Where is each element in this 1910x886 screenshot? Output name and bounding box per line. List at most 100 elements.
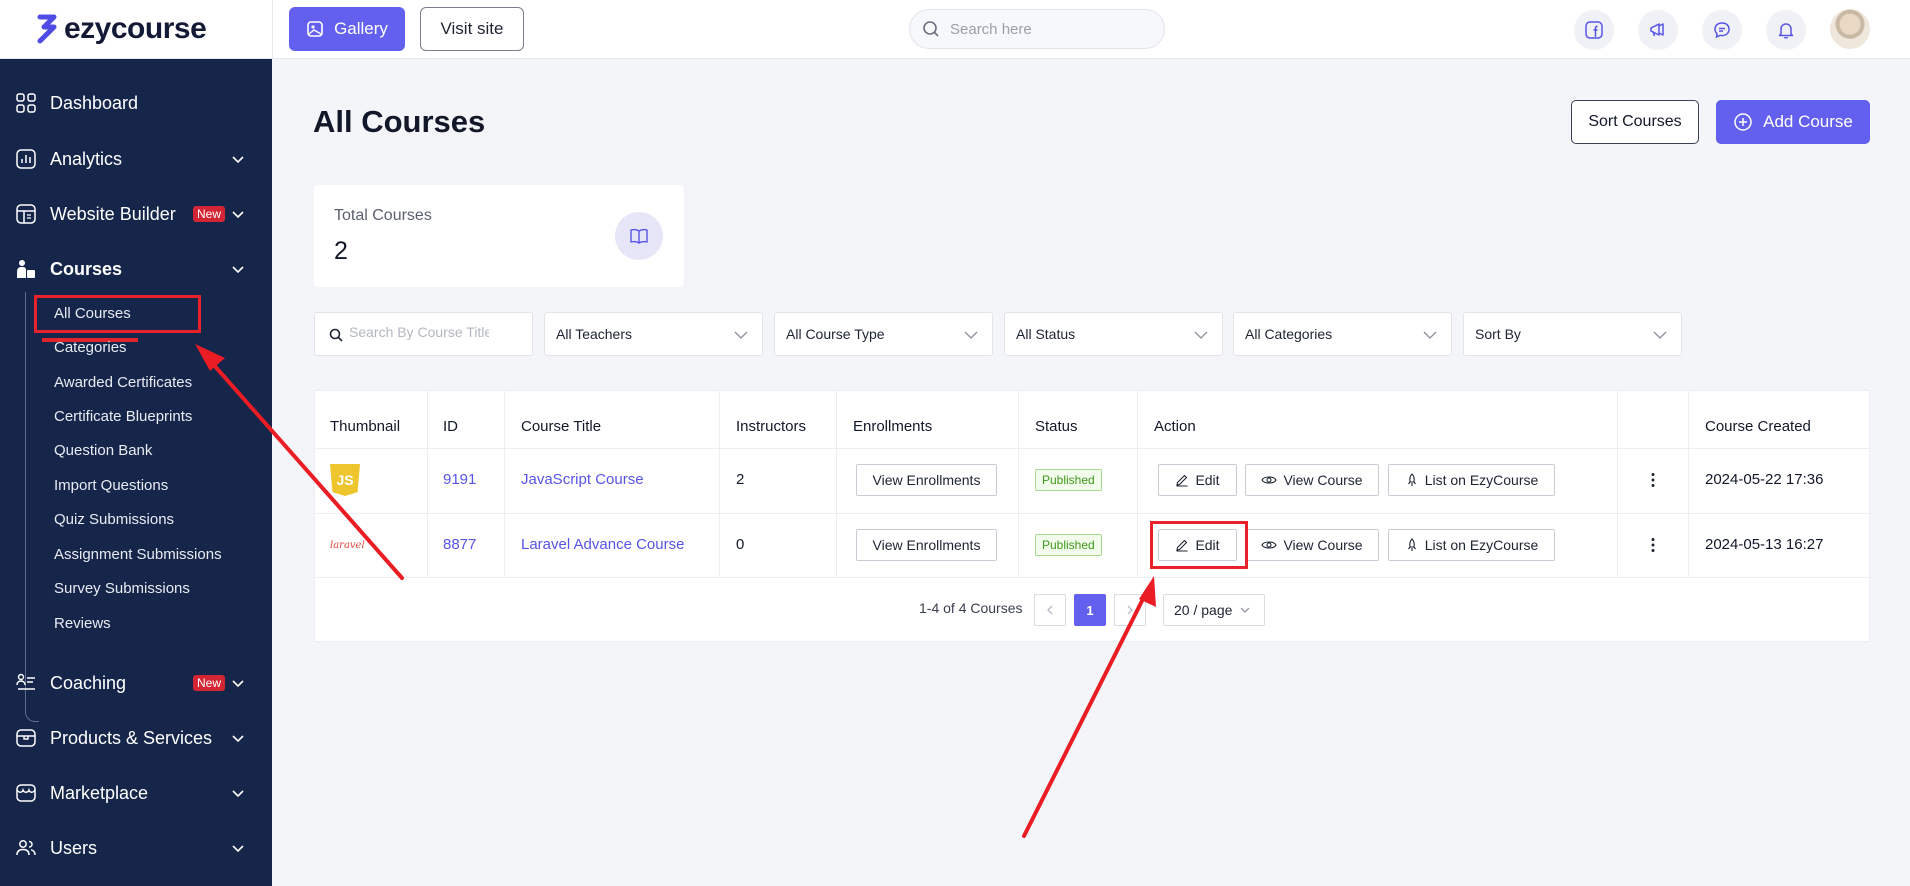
- search-icon: [329, 328, 343, 342]
- gallery-button[interactable]: Gallery: [289, 7, 405, 51]
- chevron-right-icon: [1127, 605, 1133, 615]
- announcements-button[interactable]: [1638, 10, 1678, 50]
- submenu-item-certificate-blueprints[interactable]: Certificate Blueprints: [54, 408, 192, 425]
- sidebar-item-analytics[interactable]: Analytics: [0, 139, 272, 179]
- sort-courses-button[interactable]: Sort Courses: [1571, 100, 1699, 144]
- chat-icon: [1714, 22, 1730, 39]
- annotation-highlight-box: [1150, 521, 1248, 569]
- course-created-date: 2024-05-13 16:27: [1705, 536, 1824, 553]
- status-select[interactable]: All Status: [1004, 312, 1223, 356]
- submenu-item-import-questions[interactable]: Import Questions: [54, 477, 168, 494]
- course-type-select[interactable]: All Course Type: [774, 312, 993, 356]
- add-course-label: Add Course: [1763, 112, 1853, 131]
- column-header: Instructors: [736, 418, 807, 435]
- sidebar-item-label: Analytics: [50, 148, 123, 169]
- submenu-item-question-bank[interactable]: Question Bank: [54, 442, 152, 459]
- submenu-item-categories[interactable]: Categories: [54, 339, 127, 356]
- divider: [272, 0, 273, 59]
- chevron-down-icon: [734, 331, 748, 339]
- page-button-current[interactable]: 1: [1074, 594, 1106, 626]
- view-enrollments-button[interactable]: View Enrollments: [856, 464, 997, 496]
- laravel-thumbnail: laravel: [330, 540, 365, 551]
- search-icon: [923, 21, 939, 37]
- column-divider: [504, 391, 505, 577]
- rocket-icon: [1407, 473, 1416, 486]
- notifications-button[interactable]: [1766, 10, 1806, 50]
- submenu-item-survey-submissions[interactable]: Survey Submissions: [54, 580, 190, 597]
- chevron-down-icon: [232, 156, 244, 164]
- sidebar-item-label: Coaching: [50, 672, 127, 693]
- annotation-highlight-box: [34, 295, 201, 333]
- sidebar-item-dashboard[interactable]: Dashboard: [0, 83, 272, 123]
- course-title-link[interactable]: Laravel Advance Course: [521, 536, 684, 553]
- column-header: Thumbnail: [330, 418, 401, 435]
- sidebar: Dashboard Analytics Website Builder New …: [0, 59, 272, 886]
- submenu-item-reviews[interactable]: Reviews: [54, 615, 111, 632]
- status-select-value: All Status: [1016, 326, 1076, 342]
- more-vertical-icon[interactable]: [1650, 537, 1656, 553]
- course-type-select-value: All Course Type: [786, 326, 885, 342]
- eye-icon: [1261, 476, 1278, 484]
- ezycourse-logo-mark-icon: [37, 14, 57, 44]
- list-on-ezycourse-button[interactable]: List on EzyCourse: [1388, 464, 1555, 496]
- dashboard-grid-icon: [14, 91, 38, 115]
- course-id-link[interactable]: 8877: [443, 536, 476, 553]
- column-header: Course Created: [1705, 418, 1811, 435]
- global-search[interactable]: [909, 9, 1165, 49]
- visit-site-label: Visit site: [440, 19, 504, 38]
- view-enrollments-button[interactable]: View Enrollments: [856, 529, 997, 561]
- row-divider: [315, 448, 1871, 449]
- pagination-info: 1-4 of 4 Courses: [919, 600, 1023, 616]
- column-divider: [1018, 391, 1019, 577]
- submenu-item-quiz-submissions[interactable]: Quiz Submissions: [54, 511, 174, 528]
- status-badge: Published: [1035, 534, 1102, 556]
- sort-by-select[interactable]: Sort By: [1463, 312, 1682, 356]
- edit-pencil-icon: [1176, 474, 1188, 487]
- brand-name: ezycourse: [64, 12, 207, 45]
- list-on-ezycourse-button[interactable]: List on EzyCourse: [1388, 529, 1555, 561]
- teachers-select[interactable]: All Teachers: [544, 312, 763, 356]
- chevron-down-icon: [232, 680, 244, 688]
- facebook-button[interactable]: [1574, 10, 1614, 50]
- global-search-input[interactable]: [950, 20, 1140, 38]
- sidebar-item-products-services[interactable]: Products & Services: [0, 718, 272, 758]
- sidebar-item-users[interactable]: Users: [0, 828, 272, 868]
- view-course-label: View Course: [1283, 472, 1363, 488]
- ezycourse-logo[interactable]: ezycourse: [36, 12, 207, 46]
- submenu-item-assignment-submissions[interactable]: Assignment Submissions: [54, 546, 222, 563]
- sidebar-item-marketplace[interactable]: Marketplace: [0, 773, 272, 813]
- prev-page-button[interactable]: [1034, 594, 1066, 626]
- javascript-thumbnail: JS: [330, 464, 360, 496]
- teachers-select-value: All Teachers: [556, 326, 633, 342]
- view-course-button[interactable]: View Course: [1245, 464, 1379, 496]
- top-bar: ezycourse Gallery Visit site: [0, 0, 1910, 59]
- add-course-button[interactable]: Add Course: [1716, 100, 1870, 144]
- course-title-search[interactable]: [314, 312, 533, 356]
- messages-button[interactable]: [1702, 10, 1742, 50]
- sidebar-item-courses[interactable]: Courses: [0, 249, 272, 289]
- more-vertical-icon[interactable]: [1650, 472, 1656, 488]
- chevron-down-icon: [1240, 607, 1250, 613]
- column-header: Status: [1035, 418, 1078, 435]
- sidebar-item-coaching[interactable]: Coaching New: [0, 663, 272, 703]
- edit-button[interactable]: Edit: [1158, 464, 1237, 496]
- chevron-down-icon: [232, 735, 244, 743]
- course-id-link[interactable]: 9191: [443, 471, 476, 488]
- submenu-item-awarded-certificates[interactable]: Awarded Certificates: [54, 374, 192, 391]
- course-created-date: 2024-05-22 17:36: [1705, 471, 1824, 488]
- visit-site-button[interactable]: Visit site: [420, 7, 524, 51]
- user-avatar[interactable]: [1830, 9, 1870, 49]
- page-size-select[interactable]: 20 / page: [1163, 594, 1265, 626]
- total-courses-card: Total Courses 2: [314, 185, 684, 287]
- chevron-down-icon: [1653, 331, 1667, 339]
- column-divider: [427, 391, 428, 577]
- next-page-button[interactable]: [1114, 594, 1146, 626]
- categories-select[interactable]: All Categories: [1233, 312, 1452, 356]
- view-course-button[interactable]: View Course: [1245, 529, 1379, 561]
- stat-value: 2: [334, 237, 348, 265]
- course-title-link[interactable]: JavaScript Course: [521, 471, 644, 488]
- course-title-search-input[interactable]: [349, 324, 489, 340]
- page-title: All Courses: [313, 104, 486, 139]
- users-icon: [14, 836, 38, 860]
- sidebar-item-website-builder[interactable]: Website Builder New: [0, 194, 272, 234]
